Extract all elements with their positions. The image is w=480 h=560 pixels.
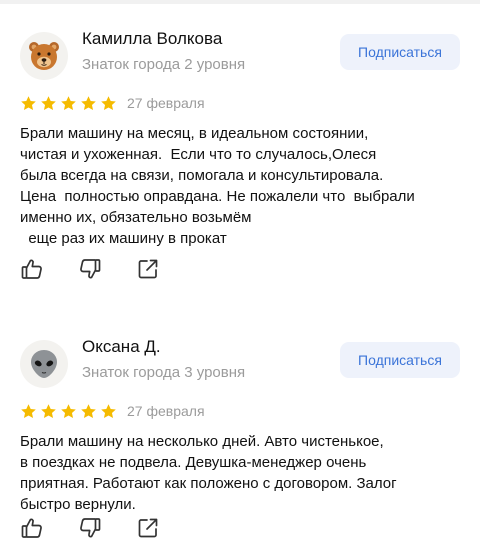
dislike-icon[interactable] xyxy=(78,516,102,540)
review-text: Брали машину на месяц, в идеальном состо… xyxy=(20,123,470,249)
star-icon xyxy=(21,95,36,110)
review-text-line: быстро вернули. xyxy=(20,496,136,513)
review-text-line: была всегда на связи, помогала и консуль… xyxy=(20,167,384,184)
review-text-line: приятная. Работают как положено с догово… xyxy=(20,475,397,492)
subscribe-button[interactable]: Подписаться xyxy=(340,34,460,70)
share-icon[interactable] xyxy=(136,257,160,281)
like-icon[interactable] xyxy=(20,516,44,540)
star-icon xyxy=(21,403,36,418)
star-icon xyxy=(41,403,56,418)
avatar[interactable] xyxy=(20,32,68,80)
review-text: Брали машину на несколько дней. Авто чис… xyxy=(20,431,470,515)
star-rating xyxy=(20,95,117,112)
star-icon xyxy=(81,403,96,418)
review-text-line: Брали машину на месяц, в идеальном состо… xyxy=(20,125,369,142)
author-name[interactable]: Оксана Д. xyxy=(82,337,161,357)
rating: 27 февраля xyxy=(20,93,205,113)
star-icon xyxy=(61,95,76,110)
author-level: Знаток города 2 уровня xyxy=(82,56,246,73)
review-actions xyxy=(20,257,160,281)
like-icon[interactable] xyxy=(20,257,44,281)
review-date: 27 февраля xyxy=(127,95,205,111)
review-text-line: еще раз их машину в прокат xyxy=(20,230,227,247)
star-icon xyxy=(101,403,116,418)
review-date: 27 февраля xyxy=(127,403,205,419)
review-text-line: чистая и ухоженная. Если что то случалос… xyxy=(20,146,377,163)
review-actions xyxy=(20,516,160,540)
star-rating xyxy=(20,403,117,420)
subscribe-button[interactable]: Подписаться xyxy=(340,342,460,378)
bear-face-icon xyxy=(29,42,59,70)
star-icon xyxy=(61,403,76,418)
alien-face-icon xyxy=(31,350,57,378)
star-icon xyxy=(41,95,56,110)
share-icon[interactable] xyxy=(136,516,160,540)
review-text-line: в поездках не подвела. Девушка-менеджер … xyxy=(20,454,367,471)
star-icon xyxy=(81,95,96,110)
review-text-line: Брали машину на несколько дней. Авто чис… xyxy=(20,433,384,450)
author-level: Знаток города 3 уровня xyxy=(82,364,246,381)
rating: 27 февраля xyxy=(20,401,205,421)
top-divider xyxy=(0,0,480,4)
star-icon xyxy=(101,95,116,110)
review-text-line: именно их, обязательно возьмём xyxy=(20,209,252,226)
avatar[interactable] xyxy=(20,340,68,388)
author-name[interactable]: Камилла Волкова xyxy=(82,29,222,49)
dislike-icon[interactable] xyxy=(78,257,102,281)
review-text-line: Цена полностью оправдана. Не пожалели чт… xyxy=(20,188,415,205)
